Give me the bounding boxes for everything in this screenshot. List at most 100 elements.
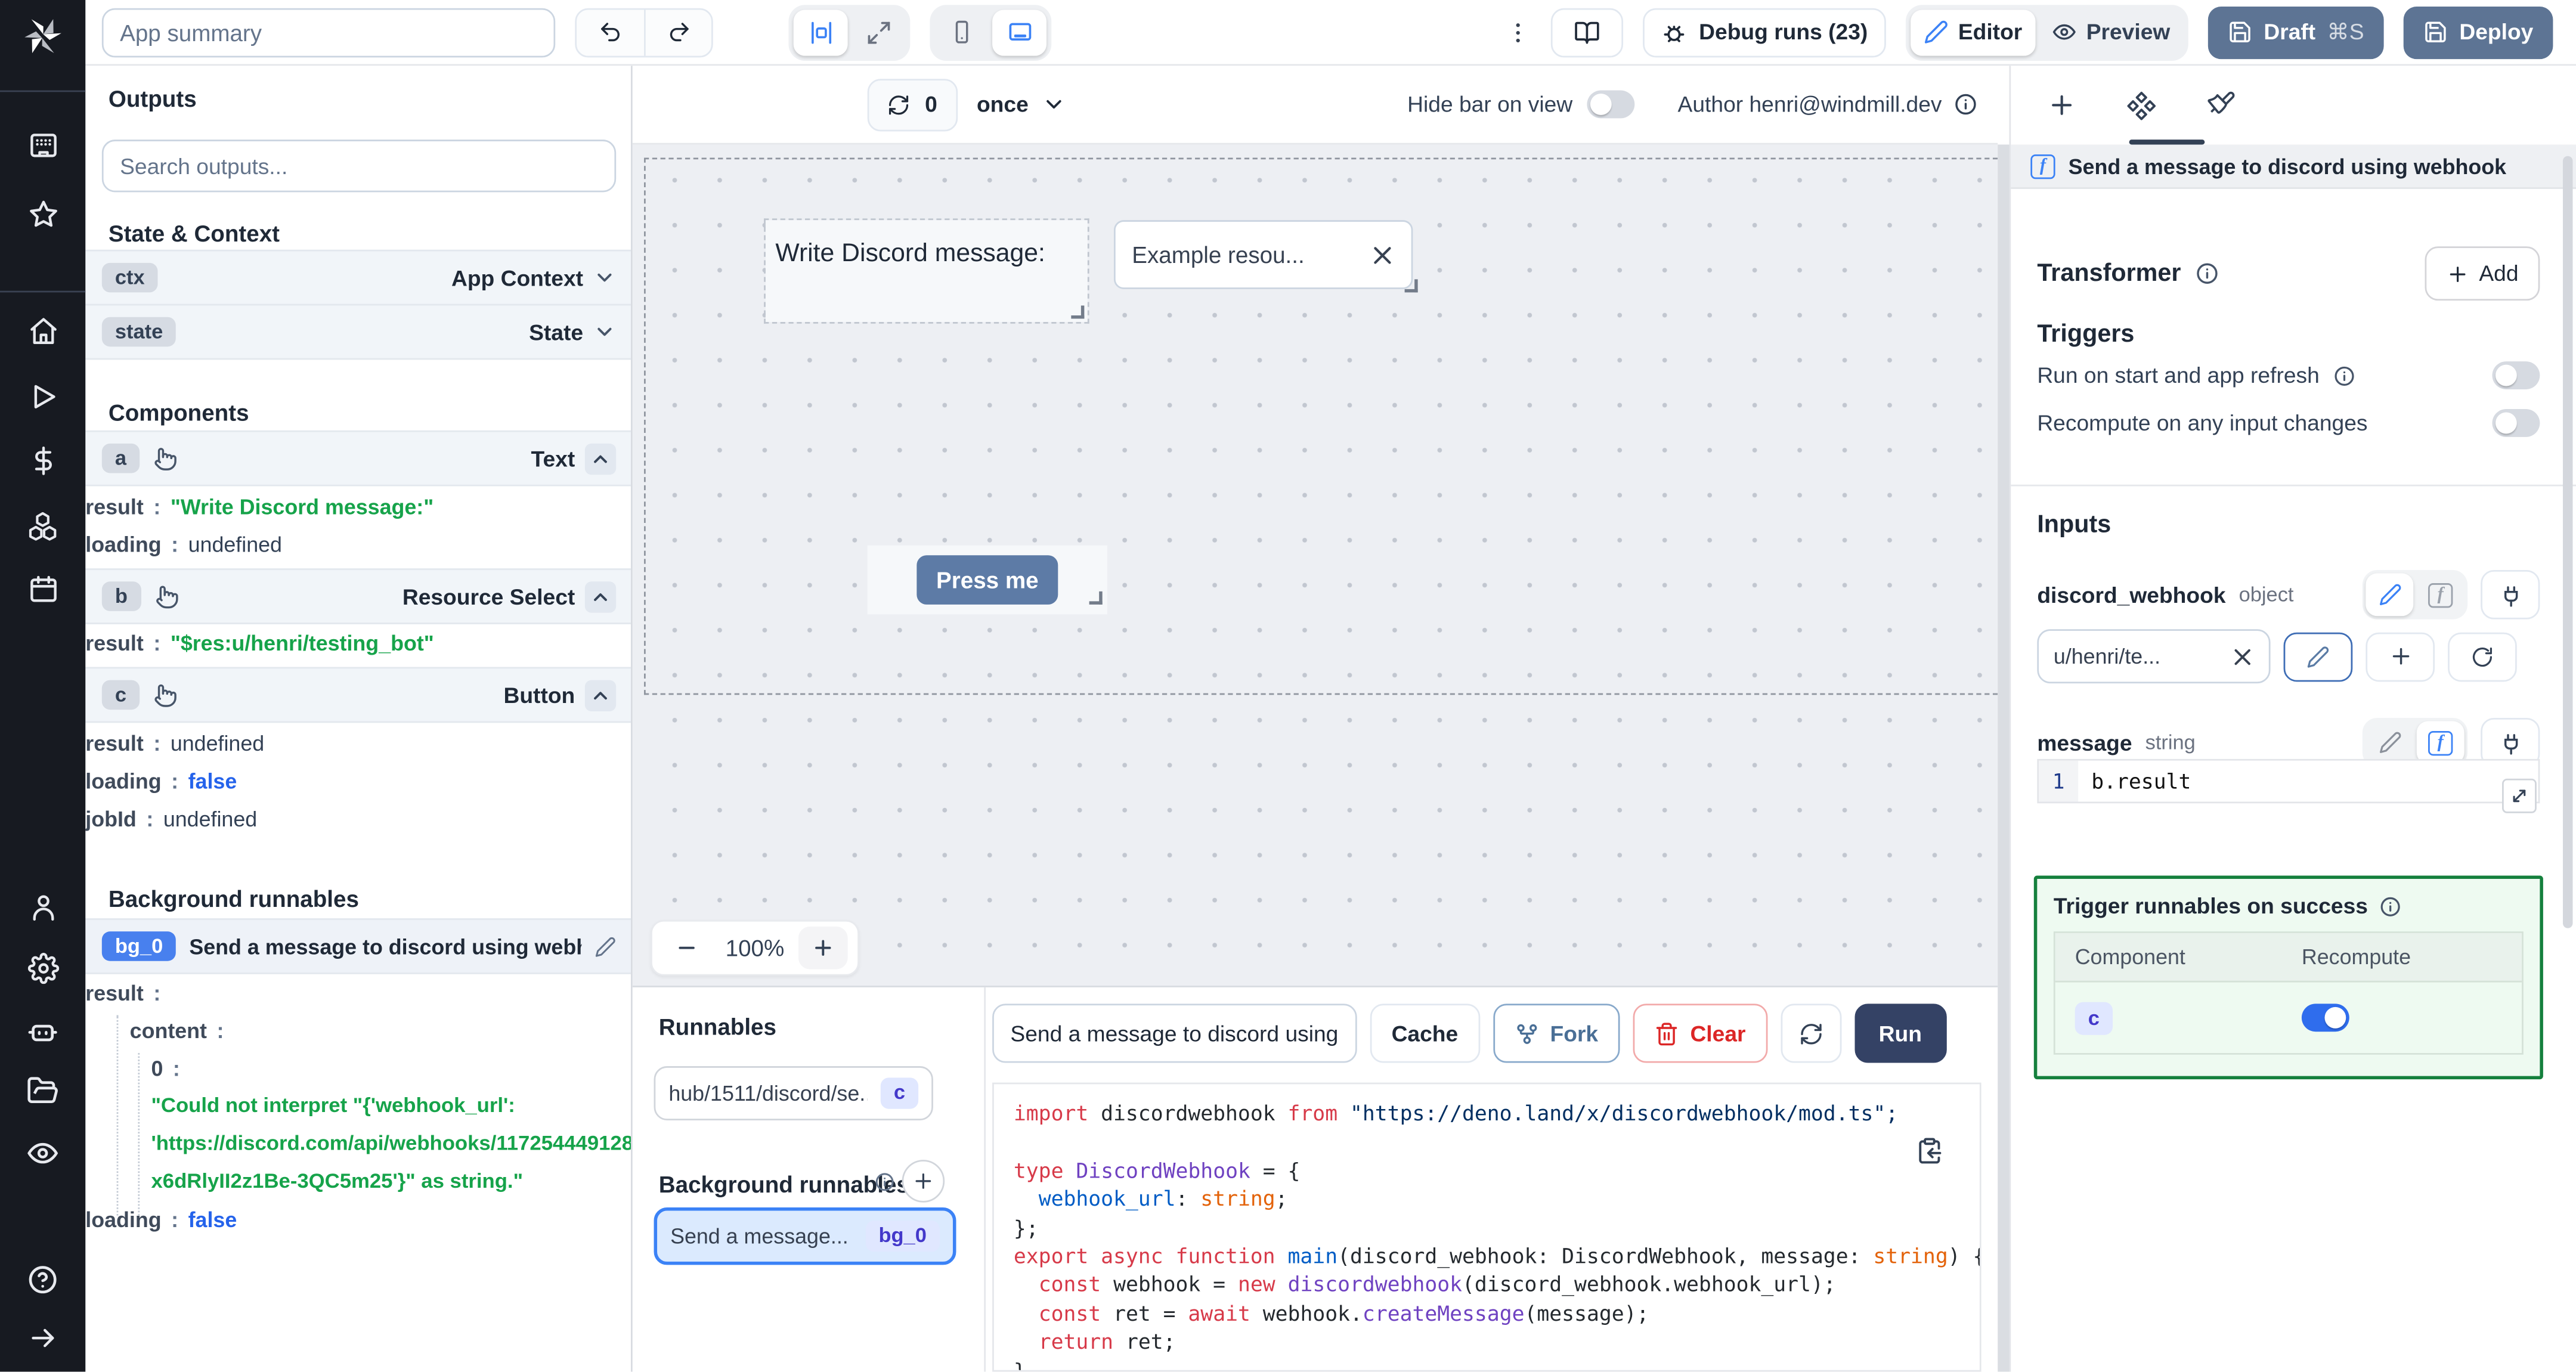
tab-styling[interactable] bbox=[2206, 91, 2236, 120]
button-component[interactable]: Press me bbox=[867, 545, 1107, 615]
tab-editor[interactable]: Editor bbox=[1910, 9, 2036, 55]
resize-handle[interactable] bbox=[1089, 591, 1103, 605]
edit-resource-button[interactable] bbox=[2283, 631, 2353, 681]
collapse-rail-button[interactable] bbox=[0, 1323, 85, 1354]
run-on-start-row: Run on start and app refresh bbox=[2037, 361, 2540, 389]
connect-input-button[interactable] bbox=[2481, 570, 2540, 620]
deploy-label: Deploy bbox=[2459, 20, 2534, 45]
run-button[interactable]: Run bbox=[1854, 1004, 1947, 1063]
edit-pencil-icon[interactable] bbox=[595, 936, 616, 957]
tab-insert[interactable] bbox=[2047, 91, 2077, 120]
more-menu-button[interactable] bbox=[1505, 19, 1531, 45]
press-me-button[interactable]: Press me bbox=[917, 555, 1058, 605]
component-b-badge: b bbox=[101, 581, 141, 612]
resize-handle[interactable] bbox=[1404, 279, 1418, 293]
sidebar-item-resources[interactable] bbox=[0, 509, 85, 542]
recompute-toggle[interactable] bbox=[2492, 409, 2540, 437]
add-background-runnable-button[interactable] bbox=[902, 1160, 945, 1203]
state-row[interactable]: state State bbox=[85, 303, 631, 360]
tab-component-settings[interactable] bbox=[2126, 89, 2157, 120]
fork-button[interactable]: Fork bbox=[1493, 1004, 1620, 1063]
deploy-button[interactable]: Deploy bbox=[2403, 5, 2553, 58]
windmill-app-editor: Debug runs (23) Editor Preview Draft ⌘S bbox=[0, 0, 2576, 1372]
resize-handle[interactable] bbox=[1071, 305, 1085, 319]
recompute-toggle[interactable] bbox=[2301, 1004, 2349, 1032]
component-a-row[interactable]: a Text bbox=[85, 430, 631, 487]
sidebar-item-workers[interactable] bbox=[0, 1015, 85, 1048]
redo-button[interactable] bbox=[643, 9, 711, 55]
resource-picker[interactable]: u/henri/te... bbox=[2037, 629, 2271, 684]
debug-runs-button[interactable]: Debug runs (23) bbox=[1643, 7, 1886, 57]
copy-code-button[interactable] bbox=[1915, 1137, 1943, 1165]
clear-selection-icon[interactable] bbox=[1370, 242, 1395, 267]
help-button[interactable] bbox=[0, 1263, 85, 1296]
expression-editor[interactable]: 1 b.result bbox=[2037, 758, 2540, 813]
collapse-button[interactable] bbox=[584, 679, 617, 711]
collapse-button[interactable] bbox=[584, 442, 617, 474]
frequency-dropdown[interactable]: once bbox=[977, 92, 1066, 117]
zoom-out-button[interactable] bbox=[662, 927, 711, 970]
pencil-icon bbox=[2379, 732, 2400, 753]
minus-icon bbox=[679, 946, 695, 949]
windmill-logo[interactable] bbox=[0, 13, 85, 59]
sidebar-item-runs[interactable] bbox=[0, 381, 85, 412]
sidebar-item-users[interactable] bbox=[0, 892, 85, 923]
sidebar-item-home[interactable] bbox=[0, 315, 85, 346]
refresh-count-button[interactable]: 0 bbox=[867, 78, 957, 131]
resource-select-component[interactable]: Example resou... bbox=[1113, 220, 1413, 289]
sidebar-item-variables[interactable] bbox=[0, 445, 85, 476]
expand-editor-button[interactable] bbox=[2502, 778, 2537, 813]
component-c-type: Button bbox=[503, 682, 575, 708]
ctx-row[interactable]: ctx App Context bbox=[85, 249, 631, 306]
background-runnable-item-selected[interactable]: Send a message... bg_0 bbox=[654, 1207, 956, 1265]
sidebar-item-favorites[interactable] bbox=[0, 199, 85, 230]
sidebar-item-schedules[interactable] bbox=[0, 574, 85, 605]
create-resource-button[interactable] bbox=[2366, 631, 2435, 681]
clear-resource-icon[interactable] bbox=[2231, 645, 2254, 668]
code-line: const webhook = new discordwebhook(disco… bbox=[1038, 1272, 1836, 1297]
sidebar-item-audit[interactable] bbox=[0, 1137, 85, 1170]
eval-mode-button[interactable]: f bbox=[2417, 574, 2464, 617]
bottom-panel: Runnables hub/1511/discord/se... c Backg… bbox=[632, 986, 1998, 1372]
clear-button[interactable]: Clear bbox=[1633, 1004, 1767, 1063]
runnable-item[interactable]: hub/1511/discord/se... c bbox=[654, 1066, 933, 1120]
sidebar-item-apps[interactable] bbox=[0, 130, 85, 161]
center-align-toggle[interactable] bbox=[793, 9, 848, 55]
panel-divider[interactable] bbox=[1998, 144, 2010, 1372]
sidebar-item-settings[interactable] bbox=[0, 952, 85, 984]
code-editor[interactable]: import discordwebhook from "https://deno… bbox=[992, 1082, 1981, 1372]
docs-button[interactable] bbox=[1551, 7, 1624, 57]
tab-preview[interactable]: Preview bbox=[2039, 9, 2184, 55]
reload-button[interactable] bbox=[1780, 1004, 1841, 1063]
static-mode-button[interactable] bbox=[2366, 573, 2414, 617]
desktop-view-button[interactable] bbox=[992, 9, 1046, 55]
undo-button[interactable] bbox=[577, 9, 644, 55]
windmill-logo-icon bbox=[24, 19, 61, 54]
static-mode-button[interactable] bbox=[2366, 721, 2413, 764]
bg0-row[interactable]: bg_0 Send a message to discord using web… bbox=[85, 918, 631, 974]
collapse-button[interactable] bbox=[584, 580, 617, 612]
text-component[interactable]: Write Discord message: bbox=[764, 218, 1089, 324]
chevron-up-icon bbox=[594, 690, 607, 699]
component-c-row[interactable]: c Button bbox=[85, 667, 631, 723]
code-line: } bbox=[1013, 1358, 1026, 1372]
sidebar-item-folders[interactable] bbox=[0, 1074, 85, 1107]
add-transformer-button[interactable]: Add bbox=[2425, 246, 2540, 301]
eye-icon bbox=[27, 1142, 58, 1164]
zoom-in-button[interactable] bbox=[798, 926, 848, 970]
runnable-name-input[interactable] bbox=[992, 1004, 1357, 1063]
fullscreen-toggle[interactable] bbox=[851, 9, 905, 55]
app-summary-input[interactable] bbox=[101, 7, 556, 57]
hide-bar-toggle[interactable] bbox=[1587, 90, 1635, 119]
component-b-row[interactable]: b Resource Select bbox=[85, 568, 631, 624]
mobile-view-button[interactable] bbox=[935, 9, 989, 55]
eval-mode-button[interactable]: f bbox=[2416, 721, 2464, 764]
refresh-resource-button[interactable] bbox=[2448, 631, 2517, 681]
run-on-start-toggle[interactable] bbox=[2492, 361, 2540, 389]
cache-button[interactable]: Cache bbox=[1370, 1004, 1480, 1063]
search-outputs-input[interactable] bbox=[101, 140, 617, 193]
app-canvas[interactable]: Write Discord message: Example resou... … bbox=[632, 144, 1998, 986]
rotate-icon bbox=[2472, 646, 2493, 666]
scrollbar[interactable] bbox=[2562, 156, 2573, 928]
draft-button[interactable]: Draft ⌘S bbox=[2207, 5, 2384, 58]
